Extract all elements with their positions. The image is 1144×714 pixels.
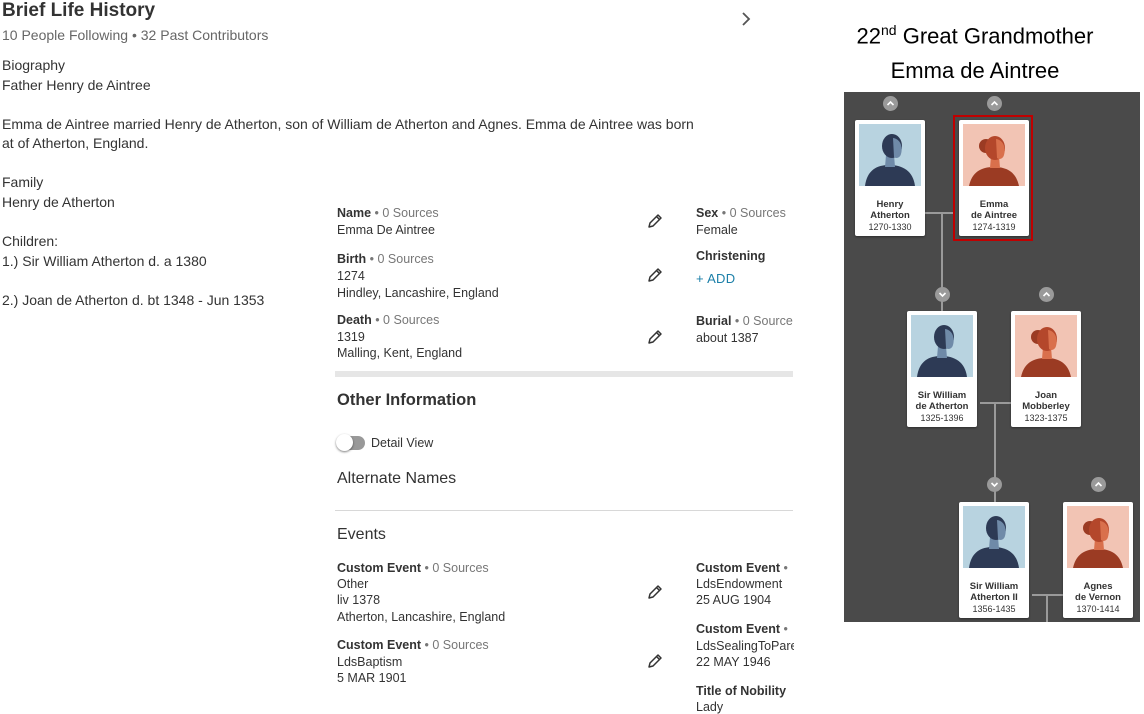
edit-pencil-icon[interactable]: [646, 583, 664, 601]
name-label: Name • 0 Sources: [337, 206, 439, 220]
female-avatar-icon: [1067, 506, 1129, 568]
birth-place: Hindley, Lancashire, England: [337, 286, 499, 300]
female-avatar-icon: [963, 124, 1025, 186]
person-dates: 1325-1396: [920, 413, 964, 423]
bio-line: Emma de Aintree married Henry de Atherto…: [2, 116, 694, 132]
person-name: Sir William de Atherton: [915, 390, 969, 412]
alternate-names-heading[interactable]: Alternate Names: [337, 470, 456, 488]
event-line: Atherton, Lancashire, England: [337, 610, 506, 624]
detail-view-label: Detail View: [371, 436, 434, 450]
expand-up-icon[interactable]: [1039, 287, 1054, 302]
person-card-sir-william-atherton-ii[interactable]: Sir William Atherton II 1356-1435: [959, 502, 1029, 618]
male-avatar-icon: [963, 506, 1025, 568]
male-avatar-icon: [859, 124, 921, 186]
male-avatar-icon: [911, 315, 973, 377]
edit-pencil-icon[interactable]: [646, 266, 664, 284]
event-line: LdsEndowment: [696, 577, 783, 591]
birth-label: Birth • 0 Sources: [337, 252, 434, 266]
person-card-henry-atherton[interactable]: Henry Atherton 1270-1330: [855, 120, 925, 236]
relationship-title: 22nd Great Grandmother: [856, 22, 1094, 49]
bio-line: at of Atherton, England.: [2, 135, 149, 151]
birth-date: 1274: [337, 269, 365, 283]
bio-line: 2.) Joan de Atherton d. bt 1348 - Jun 13…: [2, 292, 265, 308]
name-value: Emma De Aintree: [337, 223, 435, 237]
person-card-joan-mobberley[interactable]: Joan Mobberley 1323-1375: [1011, 311, 1081, 427]
burial-label: Burial • 0 Source: [696, 314, 793, 328]
family-tree-panel: Henry Atherton 1270-1330 Emma de Aintree 1…: [844, 92, 1140, 622]
person-dates: 1370-1414: [1076, 604, 1120, 614]
bio-line: 1.) Sir William Atherton d. a 1380: [2, 253, 207, 269]
expand-down-icon[interactable]: [987, 477, 1002, 492]
female-avatar-icon: [1015, 315, 1077, 377]
add-christening-button[interactable]: + ADD: [696, 271, 735, 286]
event-label: Custom Event •: [696, 622, 788, 636]
person-name: Henry Atherton: [870, 199, 910, 221]
burial-value: about 1387: [696, 331, 759, 345]
death-label: Death • 0 Sources: [337, 313, 440, 327]
event-line: LdsSealingToPare: [696, 639, 794, 653]
expand-up-icon[interactable]: [1091, 477, 1106, 492]
event-label: Custom Event • 0 Sources: [337, 638, 489, 652]
person-dates: 1270-1330: [868, 222, 912, 232]
person-dates: 1274-1319: [972, 222, 1016, 232]
bio-line: Henry de Atherton: [2, 194, 115, 210]
person-name-title: Emma de Aintree: [890, 58, 1060, 83]
sex-label: Sex • 0 Sources: [696, 206, 786, 220]
bio-line: Biography: [2, 57, 66, 73]
edit-pencil-icon[interactable]: [646, 652, 664, 670]
person-name: Joan Mobberley: [1022, 390, 1070, 412]
event-label: Custom Event • 0 Sources: [337, 561, 489, 575]
expand-up-icon[interactable]: [883, 96, 898, 111]
edit-pencil-icon[interactable]: [646, 328, 664, 346]
divider: [335, 510, 793, 511]
couple-connector: [925, 212, 955, 214]
followers-summary[interactable]: 10 People Following • 32 Past Contributo…: [2, 27, 268, 43]
event-line: 5 MAR 1901: [337, 671, 407, 685]
event-line: 22 MAY 1946: [696, 655, 771, 669]
toggle-knob: [336, 434, 353, 451]
sex-value: Female: [696, 223, 738, 237]
expand-up-icon[interactable]: [987, 96, 1002, 111]
bio-line: Father Henry de Aintree: [2, 77, 151, 93]
event-label: Title of Nobility: [696, 684, 787, 698]
chevron-right-icon[interactable]: [740, 10, 752, 33]
descent-line: [1046, 595, 1048, 622]
events-heading: Events: [337, 526, 386, 543]
christening-label: Christening: [696, 249, 766, 263]
person-card-sir-william-de-atherton[interactable]: Sir William de Atherton 1325-1396: [907, 311, 977, 427]
person-dates: 1323-1375: [1024, 413, 1068, 423]
death-place: Malling, Kent, England: [337, 346, 463, 360]
detail-view-toggle[interactable]: [336, 434, 365, 451]
person-card-emma-de-aintree[interactable]: Emma de Aintree 1274-1319: [959, 120, 1029, 236]
expand-down-icon[interactable]: [935, 287, 950, 302]
other-information-heading: Other Information: [337, 391, 477, 409]
event-line: Lady: [696, 700, 724, 714]
page-title: Brief Life History: [2, 0, 156, 21]
section-divider: [335, 371, 793, 377]
death-date: 1319: [337, 330, 365, 344]
event-line: 25 AUG 1904: [696, 593, 772, 607]
bio-line: Family: [2, 174, 44, 190]
person-card-agnes-de-vernon[interactable]: Agnes de Vernon 1370-1414: [1063, 502, 1133, 618]
person-dates: 1356-1435: [972, 604, 1016, 614]
bio-line: Children:: [2, 233, 59, 249]
event-label: Custom Event •: [696, 561, 788, 575]
person-name: Emma de Aintree: [970, 199, 1018, 221]
event-line: LdsBaptism: [337, 655, 403, 669]
event-line: Other: [337, 577, 369, 591]
events-right-column: Custom Event • LdsEndowment 25 AUG 1904 …: [696, 555, 794, 714]
event-line: liv 1378: [337, 593, 381, 607]
edit-pencil-icon[interactable]: [646, 212, 664, 230]
person-name: Sir William Atherton II: [969, 581, 1019, 603]
person-name: Agnes de Vernon: [1075, 581, 1121, 603]
